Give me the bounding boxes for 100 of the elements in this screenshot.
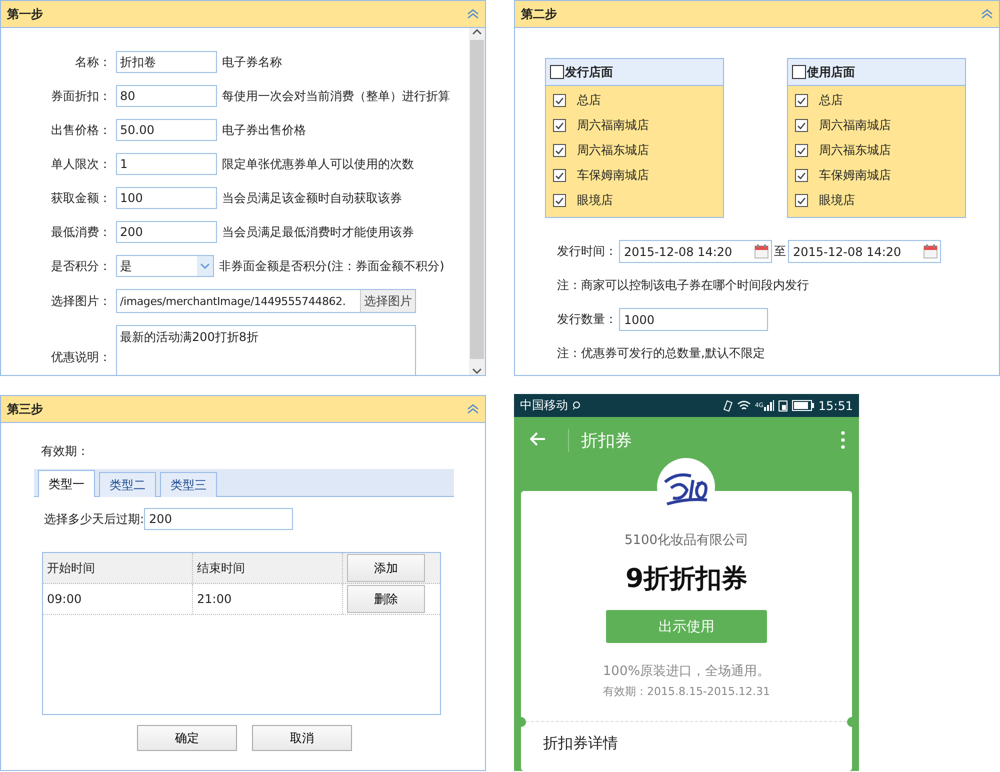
checkbox[interactable] (553, 94, 566, 107)
panel-title: 第三步 (7, 400, 43, 418)
coupon-title: 9折折扣券 (625, 563, 748, 596)
tab[interactable]: 类型三 (160, 472, 217, 497)
cancel-button[interactable]: 取消 (252, 725, 352, 751)
sim-card-icon (778, 400, 788, 412)
checkbox[interactable] (795, 169, 808, 182)
checkbox[interactable] (795, 119, 808, 132)
field-label: 出售价格： (50, 122, 111, 138)
input-field[interactable]: 80 (116, 85, 217, 107)
scroll-down-icon (472, 367, 482, 375)
scroll-bar-drawing[interactable] (469, 28, 485, 375)
store-name: 周六福东城店 (819, 142, 891, 159)
tab[interactable]: 类型一 (38, 470, 95, 497)
column-header: 结束时间 (193, 553, 343, 583)
coupon-description: 100%原装进口，全场通用。 (602, 663, 770, 680)
validity-period: 有效期：2015.8.15-2015.12.31 (603, 684, 770, 699)
store-name: 车保姆南城店 (577, 167, 649, 184)
store-name: 眼境店 (577, 192, 613, 209)
carrier-name: 中国移动 (520, 397, 568, 414)
validity-label: 有效期： (40, 443, 90, 459)
caret-icon (200, 263, 210, 269)
company-name: 5100化妆品有限公司 (624, 532, 749, 549)
tab[interactable]: 类型二 (99, 472, 156, 497)
select-value: 是 (120, 258, 132, 274)
field-hint: 当会员满足该金额时自动获取该券 (222, 190, 402, 206)
panel-title: 第一步 (7, 6, 43, 22)
store-list-header: 使用店面 (807, 64, 855, 80)
checkbox[interactable] (553, 144, 566, 157)
field-label: 券面折扣： (50, 88, 111, 104)
store-list-header: 发行店面 (565, 64, 613, 80)
back-button[interactable] (530, 432, 546, 448)
table-cell: 09:00 (43, 584, 193, 614)
checkbox[interactable] (553, 194, 566, 207)
field-label: 最低消费： (50, 224, 111, 240)
checkbox[interactable] (553, 169, 566, 182)
field-hint: 非券面金额是否积分(注：券面金额不积分) (219, 258, 444, 274)
store-name: 车保姆南城店 (819, 167, 891, 184)
input-field[interactable]: 折扣卷 (116, 51, 217, 73)
checkbox[interactable] (795, 194, 808, 207)
store-name: 周六福东城店 (577, 142, 649, 159)
signal-icon (764, 400, 774, 411)
field-label: 单人限次： (50, 156, 111, 172)
select-field[interactable]: 是 (116, 255, 214, 277)
field-label: 发行时间： (557, 243, 617, 260)
collapse-icon (467, 9, 479, 19)
clock-time: 15:51 (818, 398, 853, 412)
field-hint: 每使用一次会对当前消费（整单）进行折算 (222, 88, 450, 104)
field-label: 选择图片： (50, 292, 111, 310)
column-header: 开始时间 (43, 553, 193, 583)
vibrate-icon (722, 400, 733, 412)
date-field[interactable]: 2015-12-08 14:20 (619, 240, 772, 263)
checkbox[interactable] (795, 144, 808, 157)
checkbox[interactable] (795, 94, 808, 107)
back-arrow-icon (530, 432, 546, 446)
checkbox[interactable] (792, 65, 806, 79)
calendar-icon (754, 244, 769, 259)
input-field[interactable]: 200 (144, 508, 294, 530)
store-name: 眼境店 (819, 192, 855, 209)
collapse-icon (981, 9, 993, 19)
field-label: 优惠说明： (50, 349, 111, 366)
section-heading: 折扣券详情 (543, 734, 618, 753)
battery-icon (792, 400, 814, 411)
calendar-icon (923, 244, 938, 259)
field-label: 获取金额： (50, 190, 111, 206)
date-value: 2015-12-08 14:20 (624, 244, 732, 258)
add-button[interactable]: 添加 (347, 554, 425, 582)
input-field[interactable]: 200 (116, 221, 217, 243)
store-name: 总店 (577, 92, 601, 109)
field-hint: 电子券名称 (222, 54, 282, 70)
more-menu-icon (841, 431, 845, 449)
note-text: 注：商家可以控制该电子券在哪个时间段内发行 (557, 277, 810, 294)
field-label: 选择多少天后过期: (44, 510, 144, 528)
field-hint: 电子券出售价格 (222, 122, 306, 138)
wifi-icon (736, 400, 751, 411)
field-label: 是否积分： (50, 258, 111, 274)
date-field[interactable]: 2015-12-08 14:20 (788, 240, 941, 263)
field-hint: 限定单张优惠券单人可以使用的次数 (222, 156, 414, 172)
store-name: 周六福南城店 (577, 117, 649, 134)
field-label: 发行数量： (557, 311, 617, 328)
table-cell: 21:00 (193, 584, 343, 614)
input-field[interactable]: 1000 (619, 308, 768, 331)
confirm-button[interactable]: 确定 (137, 725, 237, 751)
range-separator: 至 (774, 243, 786, 260)
note-text: 注：优惠券可发行的总数量,默认不限定 (557, 345, 766, 362)
date-value: 2015-12-08 14:20 (793, 244, 902, 258)
input-field[interactable]: 1 (116, 153, 217, 175)
store-name: 总店 (819, 92, 843, 109)
checkbox[interactable] (550, 65, 564, 79)
field-label: 名称： (74, 54, 111, 70)
collapse-icon (467, 404, 479, 414)
checkbox[interactable] (553, 119, 566, 132)
delete-button[interactable]: 删除 (347, 585, 425, 613)
field-hint: 当会员满足最低消费时才能使用该券 (222, 224, 414, 240)
store-name: 周六福南城店 (819, 117, 891, 134)
scroll-up-icon (472, 28, 482, 36)
input-field[interactable]: 50.00 (116, 119, 217, 141)
input-field[interactable]: 100 (116, 187, 217, 209)
panel-title: 第二步 (521, 6, 557, 22)
chat-bubble-icon (572, 401, 581, 410)
